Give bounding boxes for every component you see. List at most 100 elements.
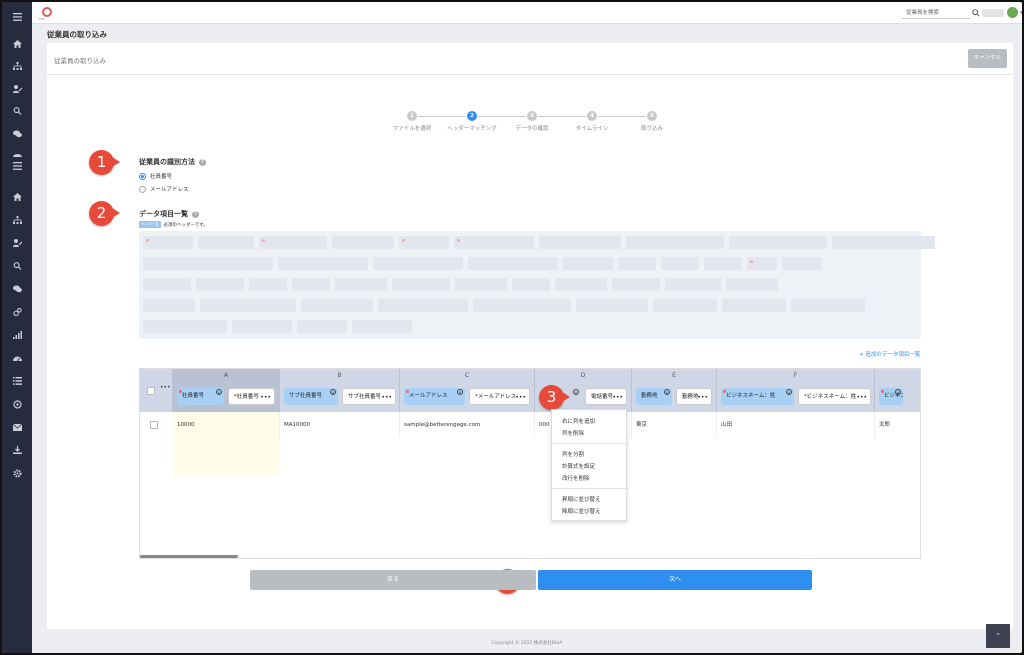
data-item-chip[interactable]: [297, 320, 347, 333]
more-icon[interactable]: •••: [612, 389, 623, 404]
close-icon[interactable]: ×: [330, 389, 336, 395]
data-item-chip[interactable]: [653, 299, 717, 312]
more-icon[interactable]: •••: [160, 384, 171, 391]
settings-gears-icon[interactable]: [2, 304, 32, 320]
data-item-chip[interactable]: [143, 257, 273, 270]
context-menu-item[interactable]: 昇順に並び替え: [562, 495, 601, 503]
close-icon[interactable]: ×: [895, 389, 901, 395]
menu-icon[interactable]: [2, 158, 32, 174]
mapped-field-chip[interactable]: ビジネスネーム：姓 ×: [721, 388, 794, 405]
context-menu-item[interactable]: 列を分割: [562, 450, 584, 458]
data-item-chip[interactable]: [200, 299, 296, 312]
data-item-chip[interactable]: [512, 278, 550, 291]
search-icon[interactable]: [2, 258, 32, 274]
row-checkbox[interactable]: [150, 421, 158, 429]
back-button[interactable]: 戻る: [250, 570, 536, 590]
context-menu-item[interactable]: 右に列を追加: [562, 417, 595, 425]
source-header-chip[interactable]: 勤務地 •••: [676, 388, 712, 405]
mail-icon[interactable]: [2, 419, 32, 435]
source-header-chip[interactable]: 電話番号 •••: [585, 388, 627, 405]
data-item-chip[interactable]: [618, 257, 656, 270]
home-icon[interactable]: [2, 36, 32, 52]
data-item-chip[interactable]: [747, 257, 777, 270]
source-header-chip[interactable]: *社員番号 •••: [228, 388, 275, 405]
data-item-chip[interactable]: [259, 236, 327, 249]
column-header-e[interactable]: E 勤務地 × 勤務地 •••: [632, 369, 717, 412]
data-item-chip[interactable]: [292, 278, 330, 291]
org-chart-icon[interactable]: [2, 58, 32, 74]
data-item-chip[interactable]: [196, 278, 244, 291]
help-icon[interactable]: ?: [199, 158, 206, 166]
data-item-chip[interactable]: [232, 320, 292, 333]
gear-icon[interactable]: [2, 465, 32, 481]
table-cell[interactable]: MA10000: [280, 412, 400, 438]
column-header-g[interactable]: ビジネスネ×: [875, 369, 920, 412]
data-item-chip[interactable]: [791, 299, 865, 312]
data-item-chip[interactable]: [352, 320, 412, 333]
mapped-field-chip[interactable]: 勤務地 ×: [636, 388, 672, 405]
logo[interactable]: [42, 7, 52, 17]
data-item-chip[interactable]: [455, 278, 507, 291]
gauge-icon[interactable]: [2, 350, 32, 366]
data-item-chip[interactable]: [399, 236, 449, 249]
chat-icon[interactable]: [2, 126, 32, 142]
data-item-chip[interactable]: [626, 236, 724, 249]
data-item-chip[interactable]: [576, 299, 648, 312]
data-item-chip[interactable]: [555, 278, 607, 291]
table-cell[interactable]: 太郎: [875, 412, 920, 438]
data-item-chip[interactable]: [378, 299, 468, 312]
data-item-chip[interactable]: [143, 278, 191, 291]
column-header-a[interactable]: A 社員番号 × *社員番号 •••: [173, 369, 280, 412]
table-cell[interactable]: 東京: [632, 412, 717, 438]
mapped-field-chip[interactable]: サブ社員番号 ×: [284, 388, 338, 405]
radio-employee-number[interactable]: 社員番号: [139, 172, 172, 180]
radio-email[interactable]: メールアドレス: [139, 185, 189, 193]
context-menu-item[interactable]: 列を削除: [562, 429, 584, 437]
user-edit-icon[interactable]: [2, 235, 32, 251]
data-item-chip[interactable]: [143, 320, 227, 333]
data-item-chip[interactable]: [468, 257, 558, 270]
more-icon[interactable]: •••: [856, 389, 867, 404]
data-item-chip[interactable]: [301, 299, 373, 312]
scroll-top-button[interactable]: ⌃: [986, 624, 1010, 648]
data-item-chip[interactable]: [454, 236, 534, 249]
data-item-chip[interactable]: [832, 236, 935, 249]
table-cell[interactable]: 山田: [717, 412, 875, 438]
data-item-chip[interactable]: [249, 278, 287, 291]
column-header-c[interactable]: C メールアドレス × *メールアドレス •••: [400, 369, 535, 412]
download-icon[interactable]: [2, 442, 32, 458]
more-icon[interactable]: •••: [697, 389, 708, 404]
data-item-chip[interactable]: [392, 278, 450, 291]
menu-icon[interactable]: [2, 9, 32, 25]
source-header-chip[interactable]: サブ社員番号 •••: [342, 388, 396, 405]
close-icon[interactable]: ×: [216, 389, 222, 395]
close-icon[interactable]: ×: [664, 389, 670, 395]
data-item-chip[interactable]: [563, 257, 613, 270]
mapped-field-chip[interactable]: 社員番号 ×: [177, 388, 224, 405]
avatar[interactable]: [1007, 7, 1018, 18]
user-edit-icon[interactable]: [2, 81, 32, 97]
context-menu-item[interactable]: 降順に並び替え: [562, 507, 601, 515]
data-item-chip[interactable]: [143, 299, 195, 312]
data-item-chip[interactable]: [539, 236, 621, 249]
search-icon[interactable]: [972, 9, 980, 17]
more-icon[interactable]: •••: [515, 389, 526, 404]
close-icon[interactable]: ×: [786, 389, 792, 395]
data-item-chip[interactable]: [722, 299, 786, 312]
context-menu-item[interactable]: 改行を削除: [562, 474, 590, 482]
org-chart-icon[interactable]: [2, 212, 32, 228]
source-header-chip[interactable]: *メールアドレス •••: [469, 388, 530, 405]
data-item-chip[interactable]: [704, 257, 742, 270]
context-menu-item[interactable]: 計算式を設定: [562, 462, 595, 470]
table-cell[interactable]: sample@betterengage.com: [400, 412, 535, 438]
close-icon[interactable]: ×: [457, 389, 463, 395]
data-item-chip[interactable]: [661, 257, 699, 270]
search-input[interactable]: 従業員を検索: [902, 8, 970, 19]
user-name[interactable]: [982, 9, 1004, 17]
data-item-chip[interactable]: [373, 257, 463, 270]
data-item-chip[interactable]: [729, 236, 827, 249]
horizontal-scrollbar[interactable]: [140, 555, 238, 558]
data-item-chip[interactable]: [198, 236, 254, 249]
signal-bars-icon[interactable]: [2, 327, 32, 343]
data-item-chip[interactable]: [278, 257, 368, 270]
